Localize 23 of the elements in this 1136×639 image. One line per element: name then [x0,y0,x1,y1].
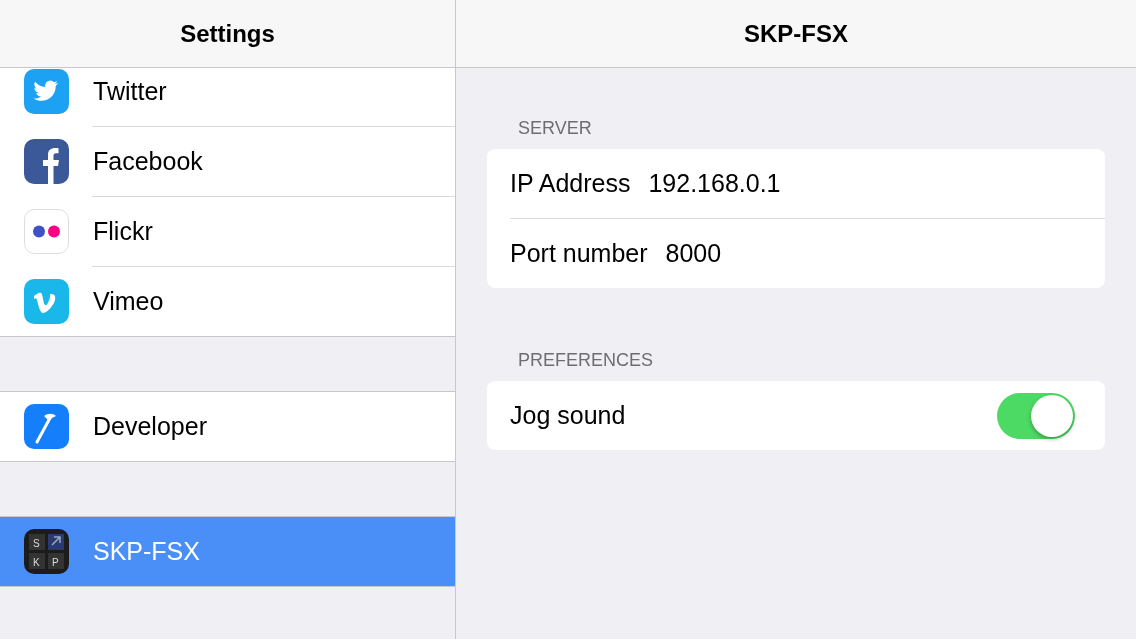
field-value[interactable]: 8000 [665,239,722,268]
item-label: Facebook [93,147,203,176]
section-header: PREFERENCES [517,349,655,372]
bird-icon [24,69,69,114]
section-header: SERVER [517,117,593,140]
item-label: Vimeo [93,287,164,316]
settings-item[interactable]: S K P SKP-FSX [0,517,455,586]
item-label: Developer [93,412,207,441]
hammer-icon [24,404,69,449]
toggle-switch[interactable] [997,392,1075,439]
sidebar-title: Settings [0,0,455,68]
letter-v-icon [24,279,69,324]
item-label: SKP-FSX [93,537,200,566]
field-value[interactable]: 192.168.0.1 [648,169,781,198]
item-label: Flickr [93,217,153,246]
toggle-label: Jog sound [510,401,626,430]
app-keypad-icon: S K P [24,529,69,574]
detail-title: SKP-FSX [456,0,1136,68]
two-dots-icon [24,209,69,254]
letter-f-icon [24,139,69,184]
item-label: Twitter [93,77,167,106]
field-label: Port number [510,239,648,268]
field-label: IP Address [510,169,631,198]
